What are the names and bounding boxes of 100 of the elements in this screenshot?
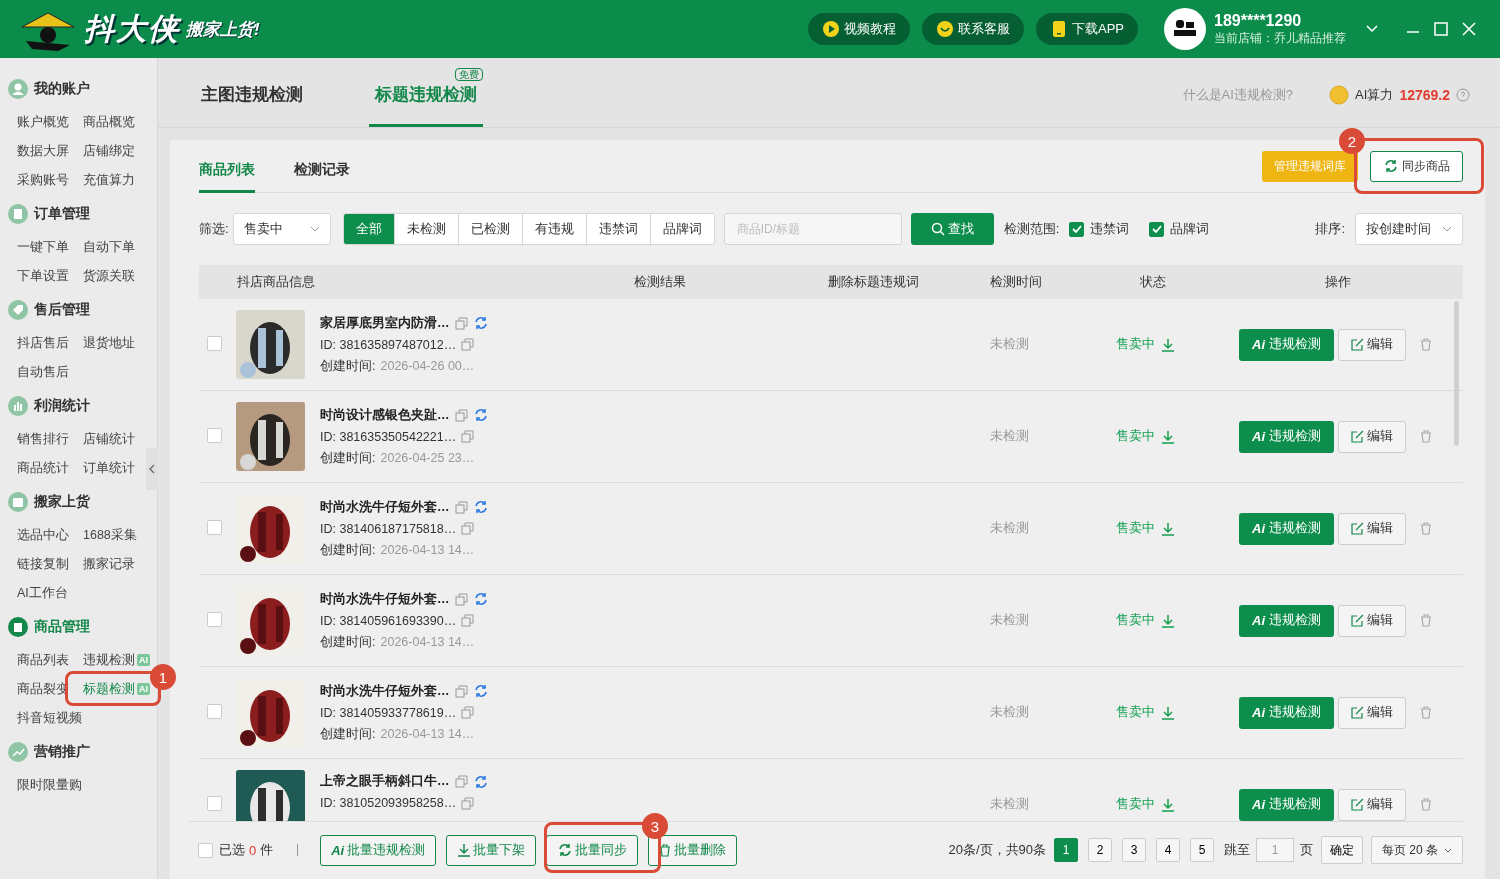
- edit-button[interactable]: 编辑: [1338, 328, 1406, 361]
- trash-icon[interactable]: [1420, 706, 1432, 719]
- copy-icon[interactable]: [454, 684, 468, 698]
- copy-icon[interactable]: [454, 592, 468, 606]
- section-title[interactable]: 订单管理: [34, 205, 90, 223]
- sidebar-item[interactable]: 订单统计: [83, 458, 135, 478]
- batch-button[interactable]: Ai 批量违规检测: [320, 834, 437, 866]
- sidebar-item[interactable]: 退货地址: [83, 333, 135, 353]
- sidebar-item[interactable]: 抖音短视频: [17, 708, 82, 728]
- sidebar-item[interactable]: 采购账号: [17, 170, 69, 190]
- copy-icon[interactable]: [461, 796, 475, 810]
- copy-icon[interactable]: [461, 338, 475, 351]
- section-title[interactable]: 利润统计: [34, 397, 90, 415]
- section-title[interactable]: 售后管理: [34, 301, 90, 319]
- edit-button[interactable]: 编辑: [1338, 420, 1406, 453]
- trash-icon[interactable]: [1420, 338, 1432, 351]
- copy-icon[interactable]: [454, 500, 468, 514]
- search-button[interactable]: 查找: [910, 213, 994, 245]
- chevron-down-icon[interactable]: [1366, 25, 1378, 33]
- copy-icon[interactable]: [454, 775, 468, 788]
- sidebar-item[interactable]: 商品概览: [83, 112, 135, 132]
- checkbox[interactable]: [207, 611, 222, 627]
- checkbox[interactable]: [207, 335, 222, 351]
- trash-icon[interactable]: [1420, 798, 1432, 811]
- check-button[interactable]: Ai 违规检测: [1239, 604, 1334, 637]
- list-tab[interactable]: 商品列表: [199, 150, 255, 193]
- sidebar-item[interactable]: 店铺绑定: [83, 141, 135, 161]
- sidebar-item[interactable]: 1688采集: [83, 525, 137, 545]
- sidebar-item[interactable]: 货源关联: [83, 266, 135, 286]
- sidebar-item[interactable]: 数据大屏: [17, 141, 69, 161]
- check-button[interactable]: Ai 违规检测: [1239, 788, 1334, 821]
- sidebar-item[interactable]: 违规检测 AI: [83, 650, 150, 670]
- page-button[interactable]: 5: [1190, 838, 1214, 862]
- copy-icon[interactable]: [461, 706, 475, 719]
- sidebar-item[interactable]: 限时限量购: [17, 775, 82, 795]
- checkbox[interactable]: [198, 842, 213, 858]
- header-button[interactable]: 下载APP: [1036, 13, 1138, 45]
- sidebar-item[interactable]: 链接复制: [17, 554, 69, 574]
- page-tab[interactable]: 主图违规检测: [195, 58, 309, 127]
- copy-icon[interactable]: [461, 614, 475, 627]
- check-button[interactable]: Ai 违规检测: [1239, 512, 1334, 545]
- sidebar-item[interactable]: 标题检测 AI: [83, 679, 150, 699]
- sync-button[interactable]: 同步商品: [1370, 150, 1463, 182]
- download-icon[interactable]: [1161, 521, 1175, 536]
- copy-icon[interactable]: [454, 408, 468, 422]
- avatar[interactable]: [1164, 8, 1206, 50]
- section-title[interactable]: 我的账户: [34, 80, 90, 98]
- check-button[interactable]: Ai 违规检测: [1239, 696, 1334, 729]
- edit-button[interactable]: 编辑: [1338, 512, 1406, 545]
- filter-tab[interactable]: 有违规: [522, 214, 587, 244]
- section-title[interactable]: 营销推广: [34, 743, 90, 761]
- copy-icon[interactable]: [461, 430, 475, 443]
- sidebar-item[interactable]: 抖店售后: [17, 333, 69, 353]
- close-icon[interactable]: [1462, 22, 1476, 36]
- copy-icon[interactable]: [461, 522, 475, 535]
- check-button[interactable]: Ai 违规检测: [1239, 328, 1334, 361]
- collapse-handle[interactable]: [146, 448, 158, 490]
- list-tab[interactable]: 检测记录: [294, 150, 350, 193]
- sidebar-item[interactable]: 一键下单: [17, 237, 69, 257]
- download-icon[interactable]: [1161, 797, 1175, 812]
- download-icon[interactable]: [1161, 613, 1175, 628]
- download-icon[interactable]: [1161, 337, 1175, 352]
- trash-icon[interactable]: [1420, 522, 1432, 535]
- sidebar-item[interactable]: 充值算力: [83, 170, 135, 190]
- section-title[interactable]: 商品管理: [34, 618, 90, 636]
- filter-tab[interactable]: 全部: [343, 214, 395, 244]
- scrollbar[interactable]: [1454, 301, 1459, 446]
- checkbox[interactable]: [207, 703, 222, 719]
- sidebar-item[interactable]: 选品中心: [17, 525, 69, 545]
- trash-icon[interactable]: [1420, 430, 1432, 443]
- checkbox[interactable]: [207, 795, 222, 811]
- page-button[interactable]: 4: [1156, 838, 1180, 862]
- checkbox[interactable]: [207, 427, 222, 443]
- sidebar-item[interactable]: AI工作台: [17, 583, 68, 603]
- batch-button[interactable]: 批量同步: [546, 834, 639, 866]
- filter-tab[interactable]: 违禁词: [586, 214, 651, 244]
- edit-button[interactable]: 编辑: [1338, 788, 1406, 821]
- sidebar-item[interactable]: 自动下单: [83, 237, 135, 257]
- download-icon[interactable]: [1161, 705, 1175, 720]
- checkbox[interactable]: [1069, 221, 1085, 237]
- edit-button[interactable]: 编辑: [1338, 696, 1406, 729]
- section-title[interactable]: 搬家上货: [34, 493, 90, 511]
- filter-tab[interactable]: 品牌词: [650, 214, 714, 244]
- sidebar-item[interactable]: 搬家记录: [83, 554, 135, 574]
- copy-icon[interactable]: [454, 316, 468, 330]
- header-button[interactable]: 联系客服: [922, 13, 1024, 45]
- page-button[interactable]: 1: [1054, 838, 1078, 862]
- check-button[interactable]: Ai 违规检测: [1239, 420, 1334, 453]
- page-button[interactable]: 3: [1122, 838, 1146, 862]
- sidebar-item[interactable]: 店铺统计: [83, 429, 135, 449]
- maximize-icon[interactable]: [1434, 22, 1448, 36]
- filter-tab[interactable]: 已检测: [458, 214, 523, 244]
- status-dropdown[interactable]: 售卖中: [232, 213, 331, 245]
- batch-button[interactable]: 批量删除: [648, 834, 738, 866]
- header-button[interactable]: 视频教程: [808, 13, 910, 45]
- sidebar-item[interactable]: 账户概览: [17, 112, 69, 132]
- page-button[interactable]: 2: [1088, 838, 1112, 862]
- sidebar-item[interactable]: 商品列表: [17, 650, 69, 670]
- sidebar-item[interactable]: 下单设置: [17, 266, 69, 286]
- page-size-dropdown[interactable]: 每页 20 条: [1371, 836, 1463, 864]
